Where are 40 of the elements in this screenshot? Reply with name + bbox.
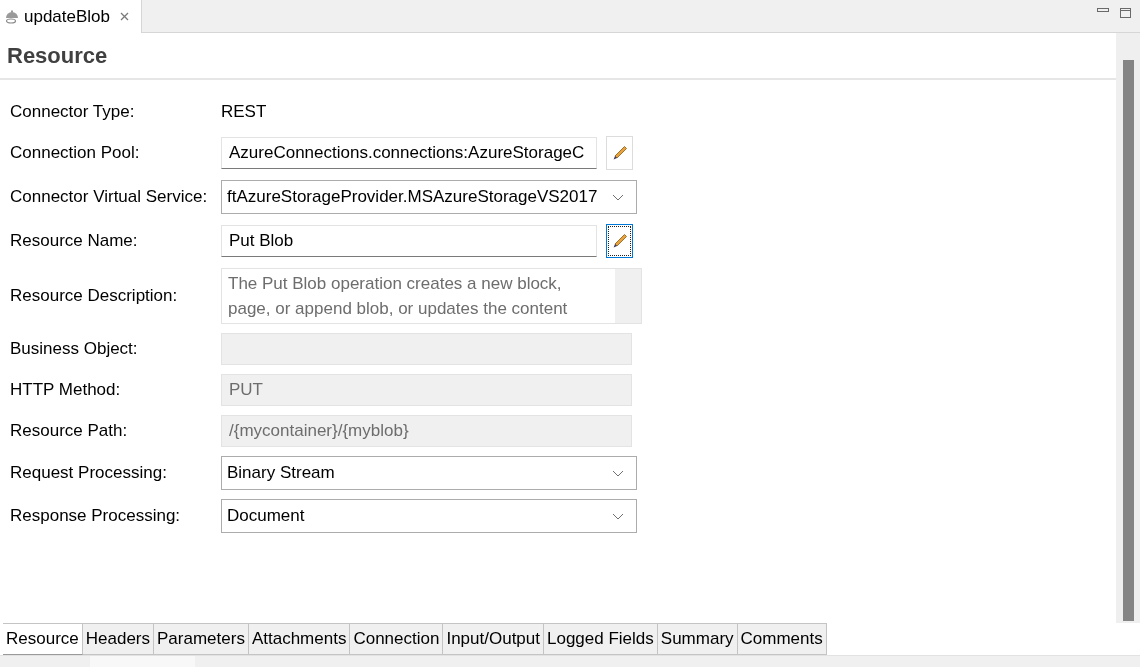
chevron-down-icon — [612, 512, 624, 520]
connector-type-value: REST — [221, 101, 267, 124]
page-tab[interactable]: Connection — [350, 623, 444, 655]
pencil-icon — [611, 233, 628, 249]
scrollbar-track — [615, 269, 641, 323]
field-label: Request Processing: — [10, 462, 168, 485]
page-tab[interactable]: Resource — [3, 623, 83, 655]
dome-icon — [4, 9, 20, 24]
pencil-icon — [611, 145, 628, 161]
field-label: Response Processing: — [10, 505, 182, 528]
text-field[interactable]: AzureConnections.connections:AzureStorageC — [221, 137, 597, 169]
field-label: Resource Path: — [10, 420, 129, 443]
scrollbar-thumb[interactable] — [1122, 60, 1134, 621]
field-label: Resource Name: — [10, 230, 139, 253]
section-title: Resource — [7, 42, 108, 70]
maximize-icon — [1120, 8, 1131, 18]
editor-tab[interactable]: updateBlob — [0, 0, 142, 33]
text-field[interactable]: Put Blob — [221, 225, 597, 257]
dropdown[interactable]: ftAzureStorageProvider.MSAzureStorageVS2017 — [221, 180, 637, 214]
field-label: HTTP Method: — [10, 379, 122, 402]
chevron-down-icon — [612, 193, 624, 201]
minimize-icon — [1097, 8, 1109, 12]
page-tab[interactable]: Logged Fields — [544, 623, 658, 655]
page-tab[interactable]: Attachments — [248, 623, 351, 655]
dropdown[interactable]: Binary Stream — [221, 456, 637, 490]
chevron-down-icon — [612, 469, 624, 477]
field-label: Connector Type: — [10, 101, 136, 124]
edit-button[interactable] — [606, 224, 633, 258]
dropdown[interactable]: Document — [221, 499, 637, 533]
page-tab[interactable]: Headers — [82, 623, 155, 655]
page-tab[interactable]: Summary — [657, 623, 738, 655]
description-field[interactable]: The Put Blob operation creates a new block, page, or append blob, or updates the content — [221, 268, 642, 324]
field-label: Resource Description: — [10, 285, 179, 308]
field-label: Business Object: — [10, 338, 139, 361]
page-tab[interactable]: Comments — [737, 623, 827, 655]
close-icon[interactable] — [120, 12, 130, 21]
page-tab[interactable]: Parameters — [154, 623, 249, 655]
field-label: Connection Pool: — [10, 142, 141, 165]
field-label: Connector Virtual Service: — [10, 186, 209, 209]
page-tab[interactable]: Input/Output — [443, 623, 544, 655]
